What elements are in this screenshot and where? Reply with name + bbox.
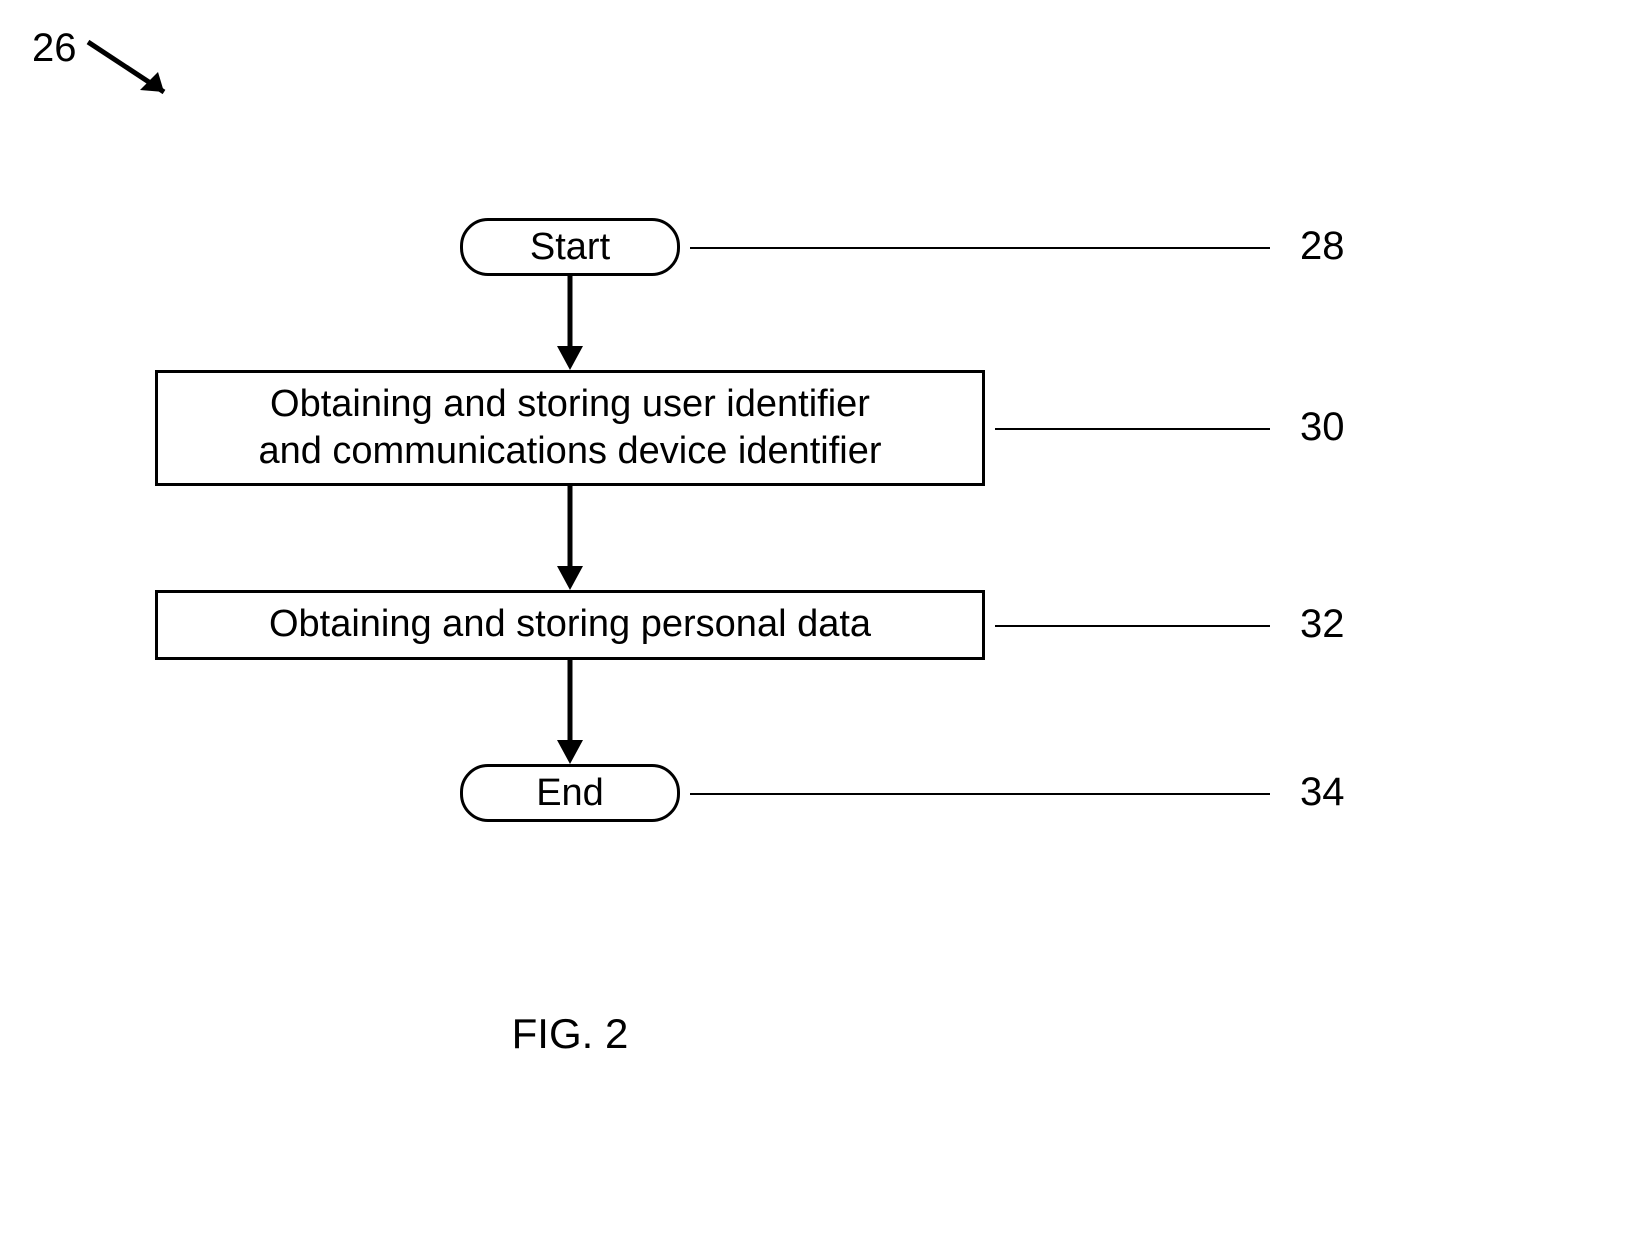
leader-end — [690, 793, 1270, 795]
ref-step1: 30 — [1300, 405, 1345, 450]
start-terminal: Start — [460, 218, 680, 276]
arrow-3-head — [557, 740, 583, 764]
arrow-3-line — [568, 660, 573, 740]
arrow-1-head — [557, 346, 583, 370]
leader-start — [690, 247, 1270, 249]
ref-step2: 32 — [1300, 602, 1345, 647]
figure-caption: FIG. 2 — [512, 1010, 629, 1058]
arrow-2-line — [568, 486, 573, 566]
diagram-ref-arrow — [88, 42, 208, 122]
leader-step2 — [995, 625, 1270, 627]
process-step1: Obtaining and storing user identifier an… — [155, 370, 985, 486]
ref-start: 28 — [1300, 224, 1345, 269]
arrow-2-head — [557, 566, 583, 590]
leader-step1 — [995, 428, 1270, 430]
process-step2: Obtaining and storing personal data — [155, 590, 985, 660]
arrow-1-line — [568, 276, 573, 346]
ref-end: 34 — [1300, 770, 1345, 815]
end-terminal: End — [460, 764, 680, 822]
diagram-ref-label: 26 — [32, 26, 77, 71]
